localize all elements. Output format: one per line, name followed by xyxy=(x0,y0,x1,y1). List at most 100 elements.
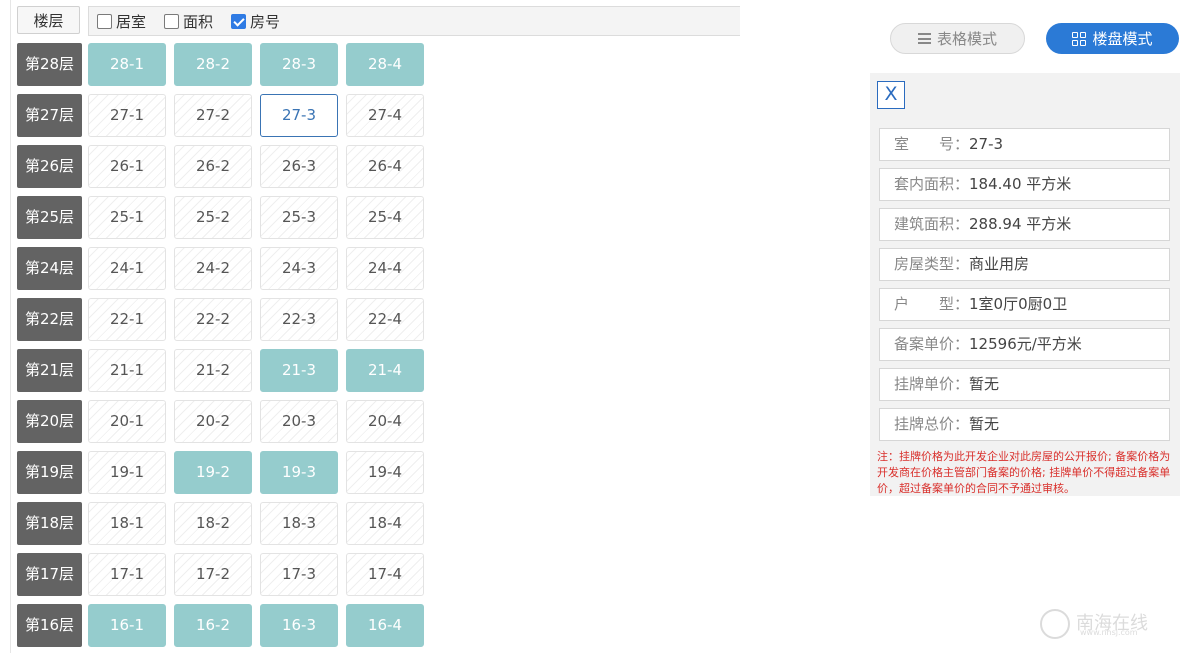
detail-row: 套内面积：184.40 平方米 xyxy=(879,168,1170,201)
display-options-bar: 居室 面积 房号 xyxy=(88,6,740,36)
option-area-label: 面积 xyxy=(183,12,214,31)
unit-cell[interactable]: 17-3 xyxy=(260,553,338,596)
unit-cell[interactable]: 24-1 xyxy=(88,247,166,290)
unit-cell[interactable]: 22-2 xyxy=(174,298,252,341)
unit-cell[interactable]: 22-1 xyxy=(88,298,166,341)
unit-cell[interactable]: 24-3 xyxy=(260,247,338,290)
option-area[interactable]: 面积 xyxy=(164,11,213,32)
detail-row: 房屋类型：商业用房 xyxy=(879,248,1170,281)
watermark: 南海在线 www.nhsj.com xyxy=(1040,604,1180,644)
detail-value: 184.40 平方米 xyxy=(969,175,1072,193)
floor-label: 第18层 xyxy=(17,502,82,545)
detail-label: 建筑面积： xyxy=(894,215,970,233)
unit-cell[interactable]: 27-4 xyxy=(346,94,424,137)
detail-value: 27-3 xyxy=(969,135,1004,153)
unit-cell[interactable]: 28-2 xyxy=(174,43,252,86)
detail-row: 建筑面积：288.94 平方米 xyxy=(879,208,1170,241)
unit-cell[interactable]: 21-1 xyxy=(88,349,166,392)
table-mode-button[interactable]: 表格模式 xyxy=(890,23,1025,54)
unit-cell[interactable]: 19-4 xyxy=(346,451,424,494)
building-mode-button[interactable]: 楼盘模式 xyxy=(1046,23,1179,54)
unit-cell[interactable]: 18-3 xyxy=(260,502,338,545)
floor-column-header: 楼层 xyxy=(17,6,80,34)
unit-cell[interactable]: 20-1 xyxy=(88,400,166,443)
unit-cell[interactable]: 26-3 xyxy=(260,145,338,188)
unit-cell[interactable]: 27-3 xyxy=(260,94,338,137)
unit-cell[interactable]: 16-1 xyxy=(88,604,166,647)
unit-cell[interactable]: 16-4 xyxy=(346,604,424,647)
option-room-number[interactable]: 房号 xyxy=(231,11,280,32)
detail-value: 商业用房 xyxy=(969,255,1030,273)
detail-value: 288.94 平方米 xyxy=(969,215,1072,233)
detail-row: 备案单价：12596元/平方米 xyxy=(879,328,1170,361)
unit-cell[interactable]: 28-4 xyxy=(346,43,424,86)
unit-cell[interactable]: 18-1 xyxy=(88,502,166,545)
unit-cell[interactable]: 25-4 xyxy=(346,196,424,239)
floor-label: 第16层 xyxy=(17,604,82,647)
unit-detail-panel: X 室 号：27-3 套内面积：184.40 平方米 建筑面积：288.94 平方米… xyxy=(870,73,1180,496)
unit-cell[interactable]: 25-1 xyxy=(88,196,166,239)
unit-cell[interactable]: 24-4 xyxy=(346,247,424,290)
checkbox-area[interactable] xyxy=(164,13,180,29)
building-mode-label: 楼盘模式 xyxy=(1092,30,1153,48)
floor-label: 第25层 xyxy=(17,196,82,239)
unit-cell[interactable]: 19-1 xyxy=(88,451,166,494)
unit-cell[interactable]: 21-4 xyxy=(346,349,424,392)
detail-value: 1室0厅0厨0卫 xyxy=(969,295,1068,313)
unit-cell[interactable]: 18-4 xyxy=(346,502,424,545)
unit-cell[interactable]: 27-1 xyxy=(88,94,166,137)
floor-label: 第19层 xyxy=(17,451,82,494)
unit-cell[interactable]: 19-3 xyxy=(260,451,338,494)
unit-cell[interactable]: 20-2 xyxy=(174,400,252,443)
unit-cell[interactable]: 26-1 xyxy=(88,145,166,188)
detail-row: 室 号：27-3 xyxy=(879,128,1170,161)
unit-cell[interactable]: 17-1 xyxy=(88,553,166,596)
option-room-number-label: 房号 xyxy=(250,12,281,31)
unit-cell[interactable]: 28-1 xyxy=(88,43,166,86)
floor-label: 第20层 xyxy=(17,400,82,443)
option-rooms-label: 居室 xyxy=(116,12,147,31)
option-rooms[interactable]: 居室 xyxy=(97,11,146,32)
unit-cell[interactable]: 25-2 xyxy=(174,196,252,239)
detail-label: 挂牌总价： xyxy=(894,415,970,433)
close-button[interactable]: X xyxy=(877,81,905,109)
left-border xyxy=(10,0,11,653)
floor-label: 第24层 xyxy=(17,247,82,290)
unit-cell[interactable]: 22-3 xyxy=(260,298,338,341)
unit-cell[interactable]: 16-2 xyxy=(174,604,252,647)
detail-value: 12596元/平方米 xyxy=(969,335,1082,353)
detail-label: 户 型： xyxy=(894,295,970,313)
detail-row: 户 型：1室0厅0厨0卫 xyxy=(879,288,1170,321)
detail-value: 暂无 xyxy=(969,415,1000,433)
unit-cell[interactable]: 19-2 xyxy=(174,451,252,494)
unit-cell[interactable]: 16-3 xyxy=(260,604,338,647)
floor-label: 第22层 xyxy=(17,298,82,341)
detail-value: 暂无 xyxy=(969,375,1000,393)
detail-label: 备案单价： xyxy=(894,335,970,353)
detail-label: 房屋类型： xyxy=(894,255,970,273)
checkbox-rooms[interactable] xyxy=(97,13,112,29)
detail-label: 套内面积： xyxy=(894,175,970,193)
watermark-url: www.nhsj.com xyxy=(1080,628,1138,637)
unit-cell[interactable]: 26-4 xyxy=(346,145,424,188)
detail-row: 挂牌单价：暂无 xyxy=(879,368,1170,401)
unit-cell[interactable]: 21-2 xyxy=(174,349,252,392)
watermark-logo-icon xyxy=(1040,609,1070,639)
unit-cell[interactable]: 20-4 xyxy=(346,400,424,443)
detail-label: 室 号： xyxy=(894,135,970,153)
list-icon xyxy=(917,33,931,44)
floor-label: 第26层 xyxy=(17,145,82,188)
detail-row: 挂牌总价：暂无 xyxy=(879,408,1170,441)
unit-cell[interactable]: 18-2 xyxy=(174,502,252,545)
unit-cell[interactable]: 21-3 xyxy=(260,349,338,392)
checkbox-room-number[interactable] xyxy=(231,13,247,29)
unit-cell[interactable]: 25-3 xyxy=(260,196,338,239)
unit-cell[interactable]: 22-4 xyxy=(346,298,424,341)
unit-cell[interactable]: 20-3 xyxy=(260,400,338,443)
unit-cell[interactable]: 27-2 xyxy=(174,94,252,137)
unit-cell[interactable]: 26-2 xyxy=(174,145,252,188)
unit-cell[interactable]: 24-2 xyxy=(174,247,252,290)
unit-cell[interactable]: 17-2 xyxy=(174,553,252,596)
unit-cell[interactable]: 17-4 xyxy=(346,553,424,596)
unit-cell[interactable]: 28-3 xyxy=(260,43,338,86)
